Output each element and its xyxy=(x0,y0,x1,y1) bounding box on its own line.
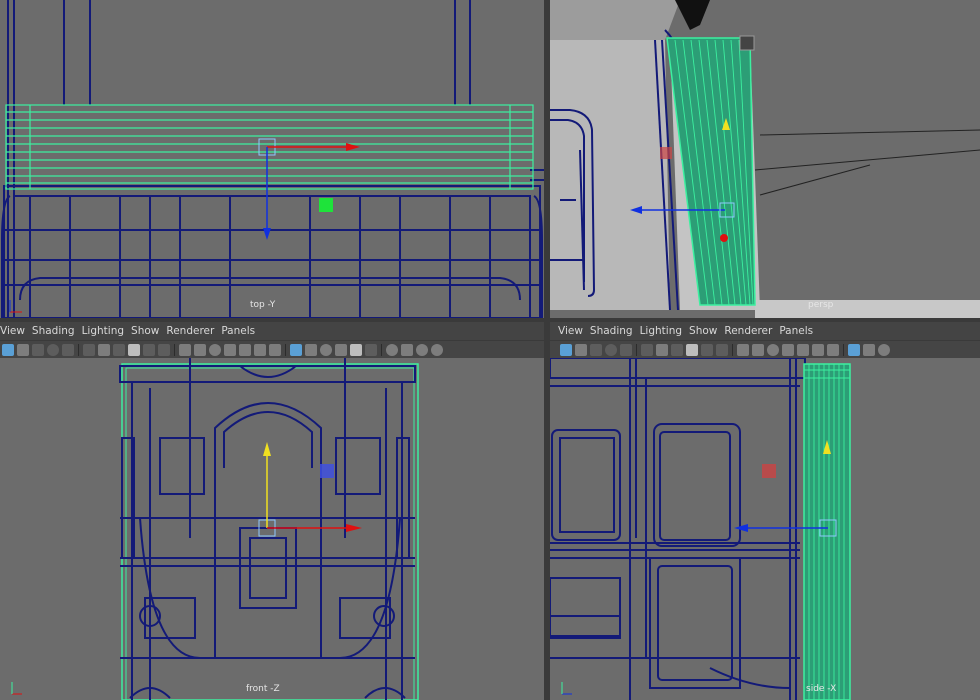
isolate-icon[interactable] xyxy=(209,343,221,356)
panel-toolbar xyxy=(550,340,980,358)
isolate-icon[interactable] xyxy=(767,343,779,356)
side-view-wireframe xyxy=(550,358,851,700)
image-plane-icon[interactable] xyxy=(47,343,59,356)
bookmark-icon[interactable] xyxy=(32,343,44,356)
persp-view-wireframe xyxy=(550,0,980,318)
xray-active-icon[interactable] xyxy=(827,343,839,356)
axis-indicator-icon xyxy=(8,680,24,696)
camera-attributes-icon[interactable] xyxy=(17,343,29,356)
bookmark-icon[interactable] xyxy=(590,343,602,356)
camera-label: top -Y xyxy=(250,300,276,310)
xray-icon[interactable] xyxy=(239,343,251,356)
menu-panels[interactable]: Panels xyxy=(221,325,262,337)
textured-icon[interactable] xyxy=(335,343,347,356)
film-gate-icon[interactable] xyxy=(83,343,95,356)
image-plane-icon[interactable] xyxy=(605,343,617,356)
smooth-shade-icon[interactable] xyxy=(290,343,302,356)
bounding-box-icon[interactable] xyxy=(878,343,890,356)
camera-attributes-icon[interactable] xyxy=(575,343,587,356)
wireframe-icon[interactable] xyxy=(224,343,236,356)
menu-lighting[interactable]: Lighting xyxy=(640,325,689,337)
aa-icon[interactable] xyxy=(416,343,428,356)
menu-shading[interactable]: Shading xyxy=(590,325,640,337)
camera-select-icon[interactable] xyxy=(560,343,572,356)
camera-label: persp xyxy=(808,300,834,310)
grid-icon[interactable] xyxy=(179,343,191,356)
film-gate-icon[interactable] xyxy=(641,343,653,356)
gate-mask-icon[interactable] xyxy=(671,343,683,356)
viewport-persp[interactable]: persp xyxy=(550,0,980,318)
grid-icon[interactable] xyxy=(737,343,749,356)
top-view-wireframe xyxy=(0,0,544,318)
menu-show[interactable]: Show xyxy=(689,325,724,337)
pane-divider-horizontal[interactable] xyxy=(0,318,980,322)
safe-action-icon[interactable] xyxy=(143,343,155,356)
resolution-gate-icon[interactable] xyxy=(98,343,110,356)
gate-mask-icon[interactable] xyxy=(113,343,125,356)
flat-shade-icon[interactable] xyxy=(863,343,875,356)
motion-blur-icon[interactable] xyxy=(401,343,413,356)
menu-view[interactable]: View xyxy=(0,325,32,337)
grid-lock-icon[interactable] xyxy=(620,343,632,356)
menu-lighting[interactable]: Lighting xyxy=(82,325,131,337)
viewport-top[interactable]: top -Y xyxy=(0,0,544,318)
safe-title-icon[interactable] xyxy=(158,343,170,356)
front-view-wireframe xyxy=(119,358,419,700)
menu-renderer[interactable]: Renderer xyxy=(166,325,221,337)
lights-icon[interactable] xyxy=(350,343,362,356)
wireframe-icon[interactable] xyxy=(782,343,794,356)
flat-shade-icon[interactable] xyxy=(305,343,317,356)
xray-icon[interactable] xyxy=(797,343,809,356)
resolution-gate-icon[interactable] xyxy=(656,343,668,356)
camera-label: front -Z xyxy=(246,684,280,694)
axis-indicator-icon xyxy=(558,680,574,696)
viewport-front[interactable]: View Shading Lighting Show Renderer Pane… xyxy=(0,322,544,700)
shadows-icon[interactable] xyxy=(365,343,377,356)
xray-joints-icon[interactable] xyxy=(254,343,266,356)
dof-icon[interactable] xyxy=(431,343,443,356)
menu-show[interactable]: Show xyxy=(131,325,166,337)
camera-select-icon[interactable] xyxy=(2,343,14,356)
menu-shading[interactable]: Shading xyxy=(32,325,82,337)
menu-view[interactable]: View xyxy=(558,325,590,337)
viewport-side[interactable]: View Shading Lighting Show Renderer Pane… xyxy=(550,322,980,700)
field-chart-icon[interactable] xyxy=(686,343,698,356)
field-chart-icon[interactable] xyxy=(128,343,140,356)
grid-lock-icon[interactable] xyxy=(62,343,74,356)
safe-action-icon[interactable] xyxy=(701,343,713,356)
safe-title-icon[interactable] xyxy=(716,343,728,356)
xray-active-icon[interactable] xyxy=(269,343,281,356)
hud-icon[interactable] xyxy=(194,343,206,356)
panel-menubar: View Shading Lighting Show Renderer Pane… xyxy=(0,322,544,340)
camera-label: side -X xyxy=(806,684,837,694)
menu-renderer[interactable]: Renderer xyxy=(724,325,779,337)
xray-joints-icon[interactable] xyxy=(812,343,824,356)
axis-indicator-icon xyxy=(8,298,24,314)
pane-divider-vertical[interactable] xyxy=(544,0,550,700)
bounding-box-icon[interactable] xyxy=(320,343,332,356)
smooth-shade-icon[interactable] xyxy=(848,343,860,356)
panel-menubar: View Shading Lighting Show Renderer Pane… xyxy=(550,322,980,340)
menu-panels[interactable]: Panels xyxy=(779,325,820,337)
hud-icon[interactable] xyxy=(752,343,764,356)
panel-toolbar xyxy=(0,340,544,358)
ao-icon[interactable] xyxy=(386,343,398,356)
